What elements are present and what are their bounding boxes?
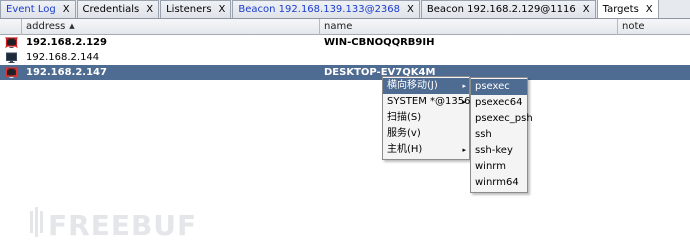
tab-label: Listeners (166, 4, 212, 15)
tab-label: Credentials (82, 4, 140, 15)
menu-item-label: 主机(H) (387, 144, 423, 155)
tab-credentials[interactable]: Credentials X (76, 0, 160, 18)
submenu-item-psexec-psh[interactable]: psexec_psh (471, 111, 533, 127)
compromised-windows-host-icon (5, 37, 18, 48)
freebuf-watermark: FREEBUF (30, 207, 197, 239)
menu-item-system-session[interactable]: SYSTEM *@1356 ▸ (383, 94, 471, 110)
tab-label: Beacon 192.168.2.129@1116 (426, 4, 576, 15)
column-label: note (622, 21, 645, 32)
tab-targets[interactable]: Targets X (596, 0, 659, 18)
windows-host-icon (5, 52, 18, 63)
table-header: address ▲ name note (0, 19, 690, 35)
column-header-address[interactable]: address ▲ (22, 19, 320, 35)
tab-listeners[interactable]: Listeners X (160, 0, 232, 18)
lateral-movement-submenu: psexec psexec64 psexec_psh ssh ssh-key w… (470, 77, 533, 193)
address-cell: 192.168.2.147 (26, 67, 107, 78)
table-row[interactable]: 192.168.2.129 WIN-CBNOQQRB9IH (0, 35, 690, 50)
submenu-item-winrm64[interactable]: winrm64 (471, 175, 527, 191)
menu-item-services[interactable]: 服务(v) (383, 126, 469, 142)
address-cell: 192.168.2.144 (26, 52, 100, 63)
column-header-note[interactable]: note (618, 19, 690, 35)
tab-beacon-2-129[interactable]: Beacon 192.168.2.129@1116 X (420, 0, 596, 18)
name-cell: WIN-CBNOQQRB9IH (324, 37, 435, 48)
submenu-item-psexec[interactable]: psexec (471, 79, 527, 95)
close-tab-icon[interactable]: X (146, 4, 153, 15)
watermark-text: FREEBUF (48, 209, 197, 239)
column-label: address (26, 21, 66, 32)
submenu-item-ssh-key[interactable]: ssh-key (471, 143, 527, 159)
menu-item-label: SYSTEM *@1356 (387, 96, 471, 107)
menu-item-host[interactable]: 主机(H) ▸ (383, 142, 469, 158)
submenu-arrow-icon: ▸ (462, 146, 466, 154)
icon-column-header[interactable] (0, 19, 22, 35)
tab-beacon-139-133[interactable]: Beacon 192.168.139.133@2368 X (232, 0, 420, 18)
menu-item-label: 扫描(S) (387, 112, 422, 123)
column-label: name (324, 21, 353, 32)
table-row[interactable]: 192.168.2.144 (0, 50, 690, 65)
submenu-arrow-icon: ▸ (462, 82, 466, 90)
tab-strip: Event Log X Credentials X Listeners X Be… (0, 0, 690, 19)
close-tab-icon[interactable]: X (407, 4, 414, 15)
menu-item-label: 服务(v) (387, 128, 421, 139)
compromised-windows-host-icon (5, 67, 18, 78)
tab-label: Event Log (6, 4, 56, 15)
close-tab-icon[interactable]: X (63, 4, 70, 15)
menu-item-scan[interactable]: 扫描(S) (383, 110, 469, 126)
submenu-item-winrm[interactable]: winrm (471, 159, 527, 175)
submenu-item-psexec64[interactable]: psexec64 (471, 95, 527, 111)
table-row-selected[interactable]: 192.168.2.147 DESKTOP-EV7QK4M (0, 65, 690, 80)
submenu-arrow-icon: ▸ (462, 98, 466, 106)
context-menu: 横向移动(J) ▸ SYSTEM *@1356 ▸ 扫描(S) 服务(v) 主机(H… (382, 76, 471, 160)
close-tab-icon[interactable]: X (583, 4, 590, 15)
close-tab-icon[interactable]: X (219, 4, 226, 15)
sort-ascending-icon: ▲ (69, 22, 75, 30)
submenu-item-ssh[interactable]: ssh (471, 127, 527, 143)
tab-event-log[interactable]: Event Log X (0, 0, 76, 18)
address-cell: 192.168.2.129 (26, 37, 107, 48)
tab-label: Targets (602, 3, 639, 15)
tab-label: Beacon 192.168.139.133@2368 (238, 4, 401, 15)
menu-item-label: 横向移动(J) (387, 80, 438, 91)
targets-table: address ▲ name note 192.168.2.129 WIN-CBN… (0, 19, 690, 80)
close-tab-icon[interactable]: X (646, 4, 653, 15)
menu-item-lateral-movement[interactable]: 横向移动(J) ▸ (383, 78, 469, 94)
column-header-name[interactable]: name (320, 19, 618, 35)
